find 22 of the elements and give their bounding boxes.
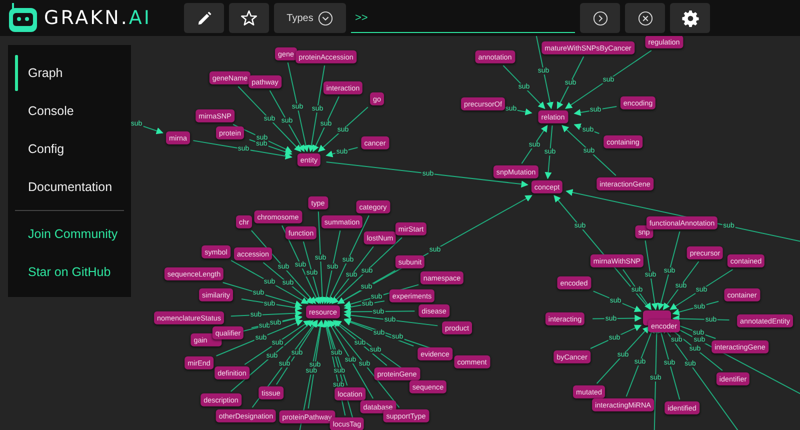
logo-text: GRAKN.AI — [44, 7, 152, 29]
edge-arrow — [592, 314, 642, 322]
chevron-down-icon — [318, 10, 334, 26]
settings-icon — [682, 10, 698, 26]
sidebar-link[interactable]: Star on GitHub — [8, 253, 131, 291]
types-dropdown[interactable]: Types — [274, 3, 346, 33]
chevron-right-icon — [592, 10, 608, 26]
sidebar-item[interactable]: Graph — [8, 54, 131, 92]
pencil-icon — [196, 10, 212, 26]
favorites-button[interactable] — [229, 3, 269, 33]
clear-button[interactable] — [625, 3, 665, 33]
logo-icon — [8, 3, 38, 33]
close-icon — [638, 10, 652, 26]
sidebar-item[interactable]: Console — [8, 92, 131, 130]
sidebar-link[interactable]: Join Community — [8, 215, 131, 253]
edit-button[interactable] — [184, 3, 224, 33]
run-button[interactable] — [580, 3, 620, 33]
sidebar-item[interactable]: Documentation — [8, 168, 131, 206]
star-icon — [241, 10, 257, 26]
sidebar-item[interactable]: Config — [8, 130, 131, 168]
settings-button[interactable] — [670, 3, 710, 33]
query-field[interactable]: >> — [351, 3, 575, 33]
